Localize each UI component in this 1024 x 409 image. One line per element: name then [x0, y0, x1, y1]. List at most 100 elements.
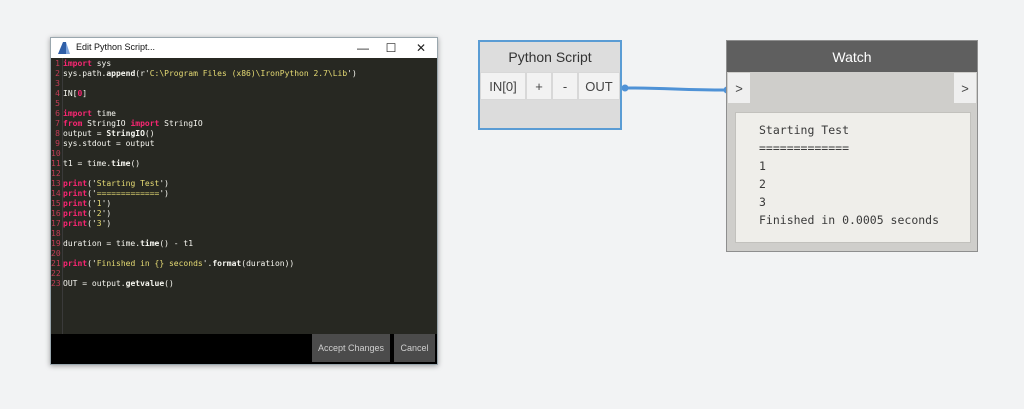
code-token: append: [106, 69, 136, 78]
code-token: (): [144, 129, 155, 138]
cancel-button[interactable]: Cancel: [394, 334, 435, 362]
out-port[interactable]: OUT: [579, 73, 619, 99]
line-number: 5: [55, 99, 60, 108]
dynamo-app-icon: [58, 42, 70, 54]
code-line[interactable]: 21 print('Finished in {} seconds'.format(…: [51, 259, 294, 269]
line-number: 9: [55, 139, 60, 148]
code-token: (): [130, 159, 141, 168]
code-token: print: [63, 179, 88, 188]
code-token: OUT = output.: [63, 279, 126, 288]
code-editor[interactable]: 1 import sys 2 sys.path.append(r'C:\Program…: [51, 58, 437, 334]
line-number: 8: [55, 129, 60, 138]
code-line[interactable]: 19 duration = time.time() - t1: [51, 239, 193, 249]
minimize-button[interactable]: —: [349, 38, 377, 58]
python-editor-window: Edit Python Script... — ☐ ✕ 1 import sys 2…: [50, 37, 438, 365]
watch-output-line: Starting Test: [759, 123, 850, 137]
python-script-node[interactable]: Python Script IN[0] + - OUT: [478, 40, 622, 130]
code-line[interactable]: 3: [51, 79, 63, 89]
code-token: import: [63, 59, 92, 68]
code-token: Finished in {} seconds: [96, 259, 203, 268]
code-line[interactable]: 4 IN[0]: [51, 89, 87, 99]
code-token: (r': [135, 69, 150, 78]
code-token: '): [159, 179, 169, 188]
line-number: 1: [55, 59, 60, 68]
watch-out-port[interactable]: >: [954, 73, 976, 103]
code-line[interactable]: 10: [51, 149, 63, 159]
code-token: () - t1: [159, 239, 194, 248]
code-line[interactable]: 2 sys.path.append(r'C:\Program Files (x86…: [51, 69, 357, 79]
close-icon: ✕: [415, 41, 427, 55]
line-number: 21: [51, 259, 61, 268]
line-number: 2: [55, 69, 60, 78]
code-line[interactable]: 12: [51, 169, 63, 179]
code-line[interactable]: 18: [51, 229, 63, 239]
code-token: (': [87, 209, 97, 218]
code-line[interactable]: 20: [51, 249, 63, 259]
line-number: 23: [51, 279, 61, 288]
code-token: ]: [82, 89, 88, 98]
code-line[interactable]: 6 import time: [51, 109, 116, 119]
minimize-icon: —: [357, 41, 369, 55]
line-number: 19: [51, 239, 61, 248]
code-token: time: [140, 239, 160, 248]
code-line[interactable]: 23 OUT = output.getvalue(): [51, 279, 174, 289]
line-number: 16: [51, 209, 61, 218]
editor-titlebar[interactable]: Edit Python Script... — ☐ ✕: [51, 38, 437, 58]
code-token: StringIO: [82, 119, 131, 128]
code-token: (': [87, 199, 97, 208]
maximize-button[interactable]: ☐: [377, 38, 405, 58]
code-token: '): [101, 209, 112, 218]
code-token: getvalue: [125, 279, 165, 288]
code-token: IN[: [63, 89, 78, 98]
code-token: '): [347, 69, 357, 78]
line-number: 6: [55, 109, 60, 118]
code-token: time: [91, 109, 116, 118]
editor-footer: Accept Changes Cancel: [51, 334, 437, 364]
output-port-dot[interactable]: [621, 84, 629, 92]
code-token: (): [164, 279, 174, 288]
add-input-button[interactable]: +: [527, 73, 551, 99]
code-token: =============: [96, 189, 160, 198]
code-token: print: [63, 259, 88, 268]
code-token: '): [101, 199, 112, 208]
code-token: import: [130, 119, 160, 128]
code-token: output =: [63, 129, 107, 138]
code-line[interactable]: 13 print('Starting Test'): [51, 179, 169, 189]
code-token: (': [87, 259, 97, 268]
code-line[interactable]: 17 print('3'): [51, 219, 111, 229]
code-token: '): [159, 189, 169, 198]
line-number: 18: [51, 229, 61, 238]
code-token: (': [87, 219, 97, 228]
code-token: (': [87, 179, 97, 188]
code-token: from: [63, 119, 83, 128]
code-token: print: [63, 189, 88, 198]
code-token: format: [212, 259, 242, 268]
accept-changes-button[interactable]: Accept Changes: [312, 334, 390, 362]
code-line[interactable]: 7 from StringIO import StringIO: [51, 119, 203, 129]
close-button[interactable]: ✕: [407, 38, 435, 58]
watch-output-line: 1: [759, 159, 766, 173]
code-line[interactable]: 8 output = StringIO(): [51, 129, 155, 139]
line-number: 14: [51, 189, 61, 198]
code-token: StringIO: [106, 129, 145, 138]
code-token: C:\Program Files (x86)\IronPython 2.7\Li…: [149, 69, 348, 78]
code-line[interactable]: 15 print('1'): [51, 199, 111, 209]
code-line[interactable]: 14 print('============='): [51, 189, 169, 199]
remove-input-button[interactable]: -: [553, 73, 577, 99]
in-port-0[interactable]: IN[0]: [481, 73, 525, 99]
code-line[interactable]: 5: [51, 99, 63, 109]
watch-node[interactable]: Watch > > Starting Test ============= 1 2 3 F…: [726, 40, 978, 252]
line-number: 15: [51, 199, 61, 208]
code-token: t1 = time.: [63, 159, 112, 168]
watch-output-line: =============: [759, 141, 850, 155]
watch-in-port[interactable]: >: [728, 73, 750, 103]
code-line[interactable]: 22: [51, 269, 63, 279]
code-token: import: [63, 109, 92, 118]
code-token: Starting Test: [96, 179, 160, 188]
line-number: 22: [51, 269, 61, 278]
code-token: sys.path.: [63, 69, 107, 78]
code-line[interactable]: 16 print('2'): [51, 209, 111, 219]
code-line[interactable]: 9 sys.stdout = output: [51, 139, 154, 149]
code-line[interactable]: 11 t1 = time.time(): [51, 159, 140, 169]
code-line[interactable]: 1 import sys: [51, 59, 111, 69]
